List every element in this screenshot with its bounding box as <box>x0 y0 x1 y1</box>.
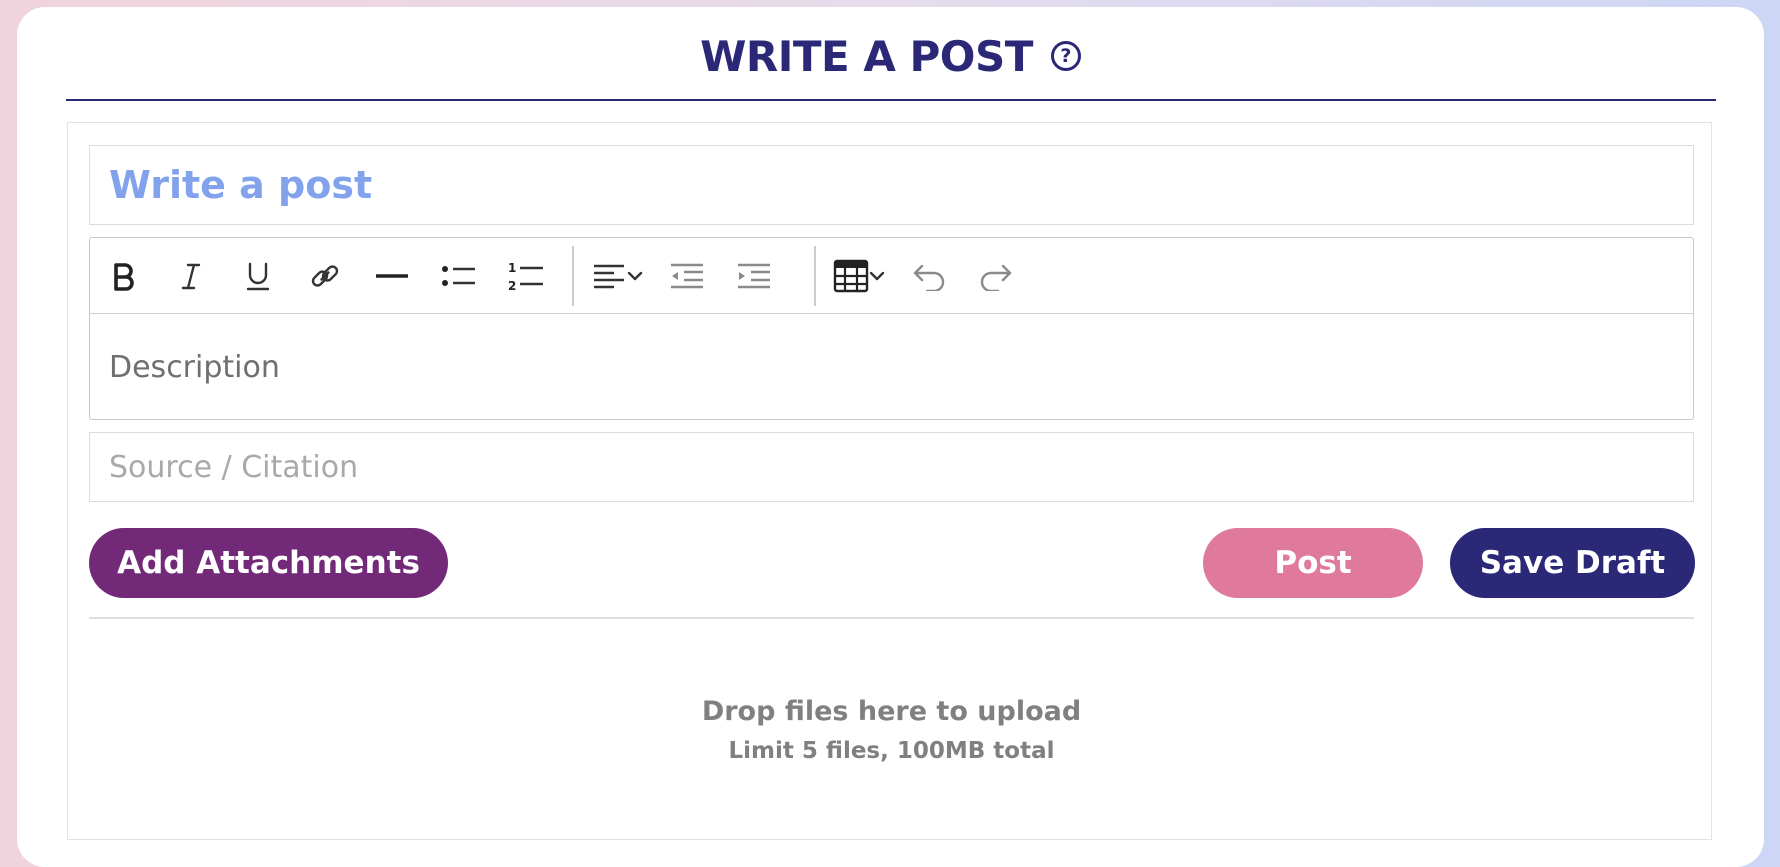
dropzone-limit-text: Limit 5 files, 100MB total <box>728 738 1055 764</box>
numbered-list-icon[interactable]: 12 <box>504 254 548 298</box>
bullet-list-icon[interactable] <box>437 254 481 298</box>
undo-icon[interactable] <box>907 254 951 298</box>
post-card: WRITE A POST ? Write a post 1 2 Descript… <box>17 7 1764 867</box>
toolbar-separator <box>572 246 574 306</box>
header-divider <box>66 99 1716 101</box>
dropzone-text: Drop files here to upload <box>701 696 1082 727</box>
file-dropzone[interactable]: Drop files here to upload Limit 5 files,… <box>89 618 1694 840</box>
horizontal-rule-icon[interactable] <box>370 254 414 298</box>
header: WRITE A POST ? <box>17 7 1764 105</box>
editor-toolbar: 12 <box>90 238 1693 314</box>
redo-icon[interactable] <box>974 254 1018 298</box>
rich-text-editor: 12 Description <box>89 237 1694 420</box>
chevron-down-icon[interactable] <box>623 254 647 298</box>
indent-icon[interactable] <box>732 254 776 298</box>
bold-icon[interactable] <box>102 254 146 298</box>
svg-text:2: 2 <box>508 279 516 292</box>
italic-icon[interactable] <box>169 254 213 298</box>
link-icon[interactable] <box>303 254 347 298</box>
toolbar-separator <box>814 246 816 306</box>
source-citation-input[interactable]: Source / Citation <box>89 432 1694 502</box>
post-button[interactable]: Post <box>1203 528 1423 598</box>
add-attachments-button[interactable]: Add Attachments <box>89 528 448 598</box>
page-title: WRITE A POST <box>700 31 1033 81</box>
description-input[interactable]: Description <box>109 314 280 421</box>
question-circle-icon[interactable]: ? <box>1050 41 1081 71</box>
post-title-input[interactable]: Write a post <box>89 145 1694 225</box>
svg-text:1: 1 <box>508 261 516 275</box>
chevron-down-icon[interactable] <box>865 254 889 298</box>
post-form: Write a post 1 2 Description Source / Ci… <box>67 122 1712 840</box>
underline-icon[interactable] <box>236 254 280 298</box>
save-draft-button[interactable]: Save Draft <box>1450 528 1695 598</box>
outdent-icon[interactable] <box>665 254 709 298</box>
